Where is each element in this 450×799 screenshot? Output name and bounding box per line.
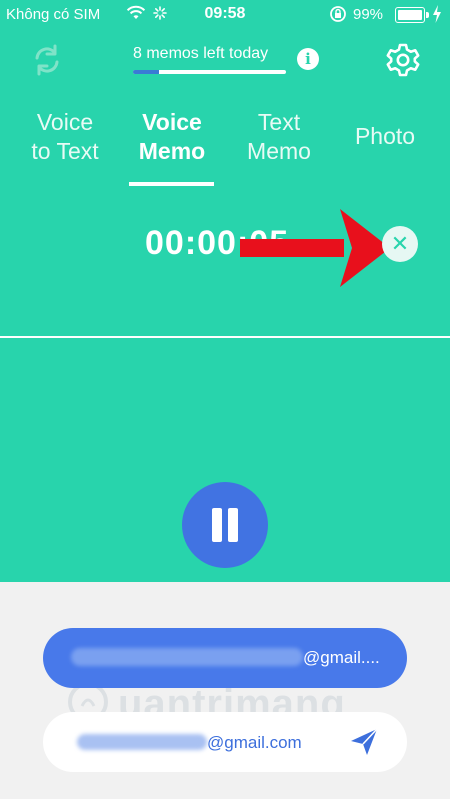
email-domain: @gmail.... bbox=[303, 648, 380, 667]
waveform-line bbox=[0, 336, 450, 338]
redacted-email-user bbox=[71, 648, 303, 666]
tab-label-line1: Text bbox=[257, 109, 301, 135]
email-domain: @gmail.com bbox=[207, 733, 302, 752]
tab-label-line1: Voice bbox=[36, 109, 94, 135]
status-bar: Không có SIM 09:58 99% bbox=[0, 0, 450, 32]
info-icon[interactable]: i bbox=[297, 48, 319, 70]
battery-icon bbox=[395, 7, 429, 23]
memos-progress-fill bbox=[133, 70, 159, 74]
send-icon[interactable] bbox=[348, 726, 380, 758]
memos-left-label: 8 memos left today bbox=[133, 45, 269, 62]
pause-button[interactable] bbox=[182, 482, 268, 568]
tab-voice-memo[interactable]: Voice Memo bbox=[131, 108, 213, 166]
tab-label-line2: to Text bbox=[31, 138, 99, 164]
tab-voice-to-text[interactable]: Voice to Text bbox=[26, 108, 104, 166]
recorder-panel: Không có SIM 09:58 99% 8 memos left toda… bbox=[0, 0, 450, 582]
tab-photo[interactable]: Photo bbox=[346, 122, 424, 151]
gear-icon[interactable] bbox=[385, 42, 421, 78]
tab-label-line1: Photo bbox=[354, 123, 416, 149]
pause-icon bbox=[212, 508, 222, 542]
email-recipient-primary[interactable]: @gmail.... bbox=[43, 628, 407, 688]
red-arrow-annotation bbox=[240, 209, 390, 287]
pause-icon bbox=[228, 508, 238, 542]
close-icon[interactable]: ✕ bbox=[382, 226, 418, 262]
active-tab-indicator bbox=[129, 182, 214, 186]
tab-label-line2: Memo bbox=[138, 138, 206, 164]
tab-text-memo[interactable]: Text Memo bbox=[240, 108, 318, 166]
email-recipient-secondary[interactable]: @gmail.com bbox=[43, 712, 407, 772]
memos-progress-bar bbox=[133, 70, 286, 74]
tab-label-line2: Memo bbox=[247, 138, 311, 164]
redacted-email-user bbox=[77, 734, 207, 750]
refresh-icon[interactable] bbox=[29, 42, 65, 78]
battery-percent: 99% bbox=[353, 6, 384, 23]
rotation-lock-icon bbox=[330, 6, 346, 22]
tab-label-line1: Voice bbox=[142, 109, 202, 135]
charging-bolt-icon bbox=[433, 5, 441, 23]
